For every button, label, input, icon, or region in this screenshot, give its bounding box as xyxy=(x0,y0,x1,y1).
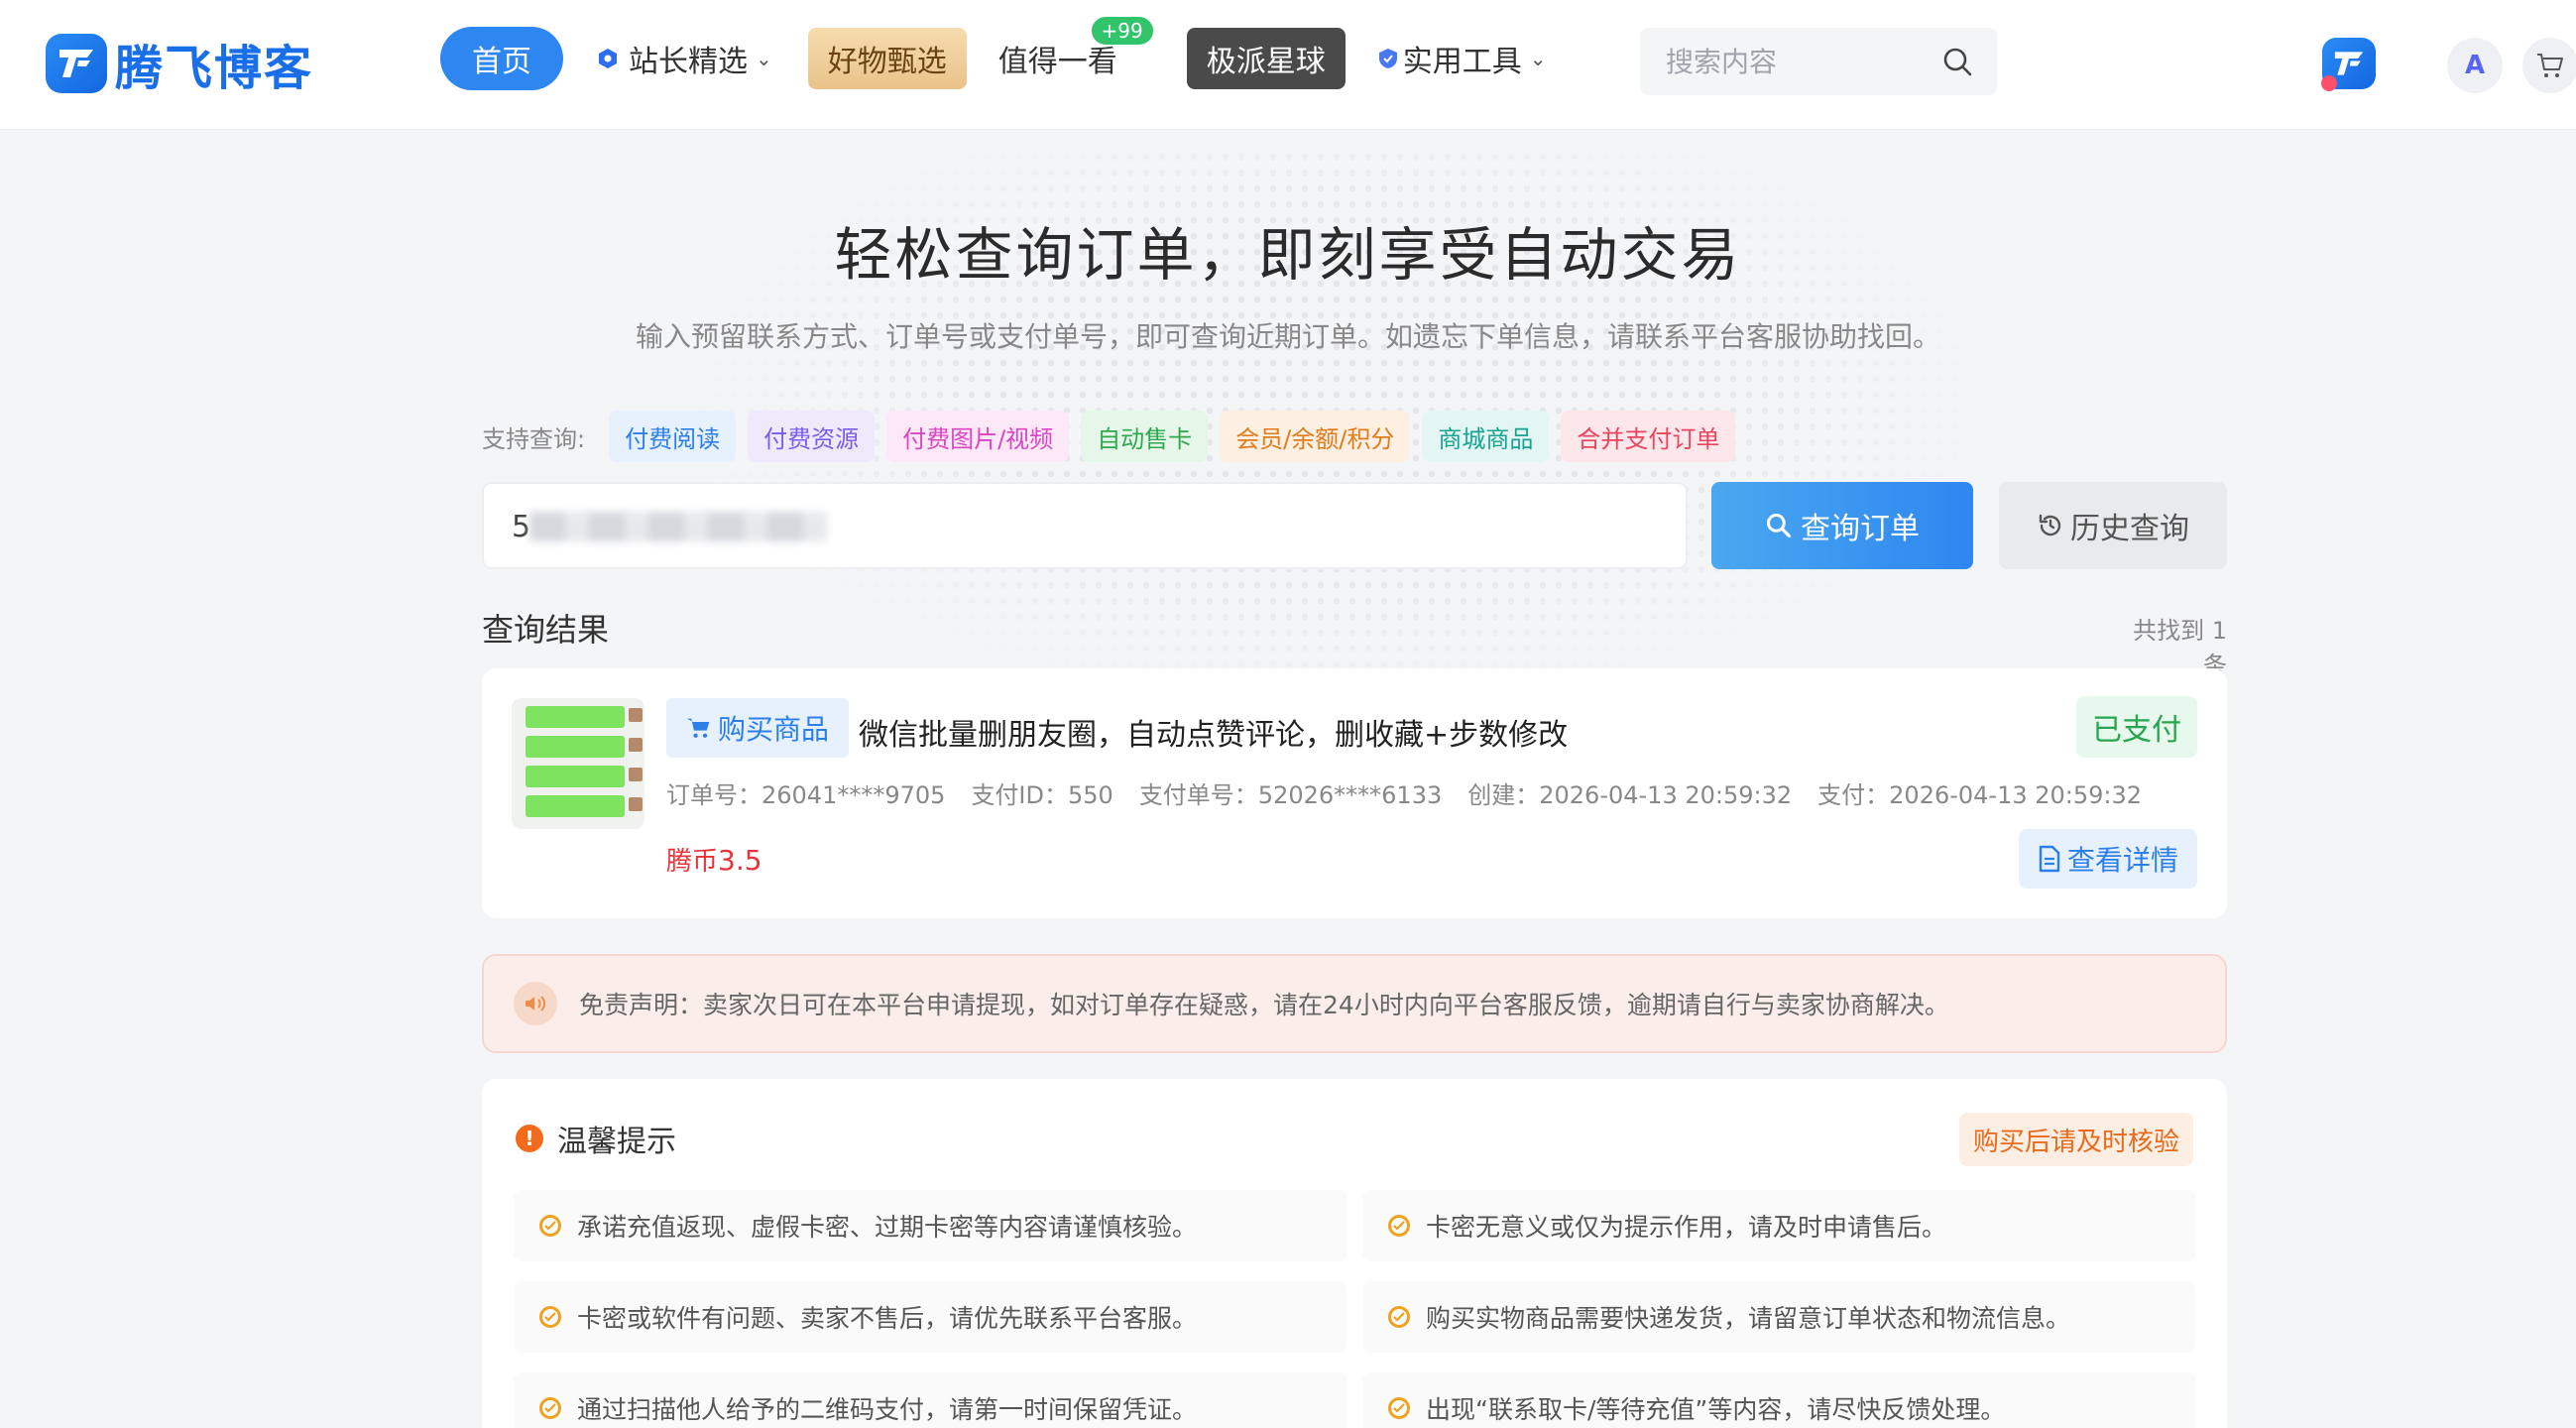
brand-logo[interactable]: 腾飞博客 xyxy=(46,32,314,96)
price-value: 3.5 xyxy=(718,844,762,877)
query-type-tag[interactable]: 会员/余额/积分 xyxy=(1220,411,1411,462)
chevron-down-icon: ⌄ xyxy=(756,47,772,70)
pay-id: 支付ID：550 xyxy=(971,781,1113,809)
chevron-down-icon: ⌄ xyxy=(1529,47,1547,70)
tip-item: 卡密或软件有问题、卖家不售后，请优先联系平台客服。 xyxy=(514,1281,1347,1353)
tip-item: 通过扫描他人给予的二维码支付，请第一时间保留凭证。 xyxy=(514,1372,1347,1428)
nav-station[interactable]: 站长精选 ⌄ xyxy=(597,37,772,80)
history-icon xyxy=(2039,514,2061,536)
tip-text: 承诺充值返现、虚假卡密、过期卡密等内容请谨慎核验。 xyxy=(577,1213,1198,1242)
nav-tools-label: 实用工具 xyxy=(1402,45,1522,79)
nav-jipai[interactable]: 极派星球 xyxy=(1186,28,1346,89)
shield-icon xyxy=(1378,49,1397,68)
created-time: 创建：2026-04-13 20:59:32 xyxy=(1467,781,1793,809)
thumbnail-row xyxy=(526,795,643,817)
nav-station-label: 站长精选 xyxy=(629,45,748,79)
app-logo-icon xyxy=(2334,52,2364,75)
disclaimer-text: 免责声明：卖家次日可在本平台申请提现，如对订单存在疑惑，请在24小时内向平台客服… xyxy=(579,991,1949,1019)
document-icon xyxy=(2039,845,2060,873)
check-circle-icon xyxy=(1388,1306,1410,1328)
query-order-label: 查询订单 xyxy=(1801,512,1920,546)
check-circle-icon xyxy=(539,1306,561,1328)
hexagon-icon xyxy=(599,49,617,68)
check-circle-icon xyxy=(1388,1397,1410,1419)
query-order-button[interactable]: 查询订单 xyxy=(1711,482,1973,569)
search-icon[interactable] xyxy=(1941,46,1973,77)
query-type-tag[interactable]: 合并支付订单 xyxy=(1561,411,1736,462)
cart-button[interactable] xyxy=(2522,38,2576,93)
query-type-tag[interactable]: 付费图片/视频 xyxy=(886,411,1070,462)
page-title: 轻松查询订单，即刻享受自动交易 xyxy=(834,221,1742,289)
tip-text: 卡密无意义或仅为提示作用，请及时申请售后。 xyxy=(1426,1213,1947,1242)
order-product-name[interactable]: 微信批量删朋友圈，自动点赞评论，删收藏+步数修改 xyxy=(859,710,1568,754)
order-meta: 订单号：26041****9705 支付ID：550 支付单号：52026***… xyxy=(666,775,2167,810)
count-badge: +99 xyxy=(1091,17,1153,45)
blurred-input-text xyxy=(529,512,827,541)
nav-tools[interactable]: 实用工具 ⌄ xyxy=(1377,37,1547,80)
view-detail-label: 查看详情 xyxy=(2066,844,2178,877)
result-title: 查询结果 xyxy=(482,611,610,649)
notification-dot xyxy=(2321,75,2337,91)
translate-button[interactable]: A xyxy=(2447,38,2503,93)
status-badge: 已支付 xyxy=(2076,696,2197,758)
main-nav: 首页 站长精选 ⌄ 好物甄选 值得一看 +99 极派星球 实用工具 ⌄ xyxy=(440,17,1547,91)
query-type-tag[interactable]: 付费资源 xyxy=(748,411,876,462)
tips-badge: 购买后请及时核验 xyxy=(1959,1113,2193,1166)
query-type-tag[interactable]: 付费阅读 xyxy=(609,411,737,462)
check-circle-icon xyxy=(539,1215,561,1237)
warning-icon: ! xyxy=(516,1125,543,1152)
tip-text: 出现“联系取卡/等待充值”等内容，请尽快反馈处理。 xyxy=(1426,1395,2006,1424)
query-type-tag[interactable]: 自动售卡 xyxy=(1081,411,1209,462)
translate-icon: A xyxy=(2464,51,2486,80)
order-number: 订单号：26041****9705 xyxy=(666,781,946,809)
thumbnail-row xyxy=(526,766,643,787)
tip-item: 卡密无意义或仅为提示作用，请及时申请售后。 xyxy=(1362,1190,2195,1261)
thumbnail-row xyxy=(526,706,643,728)
nav-good[interactable]: 好物甄选 xyxy=(807,28,967,89)
thumbnail-row xyxy=(526,736,643,758)
nav-home[interactable]: 首页 xyxy=(440,27,563,90)
check-circle-icon xyxy=(539,1397,561,1419)
tip-item: 承诺充值返现、虚假卡密、过期卡密等内容请谨慎核验。 xyxy=(514,1190,1347,1261)
order-card: 购买商品 微信批量删朋友圈，自动点赞评论，删收藏+步数修改 已支付 订单号：26… xyxy=(482,668,2227,918)
view-detail-button[interactable]: 查看详情 xyxy=(2019,829,2197,889)
query-type-tag[interactable]: 商城商品 xyxy=(1422,411,1550,462)
price-unit: 腾币 xyxy=(666,847,719,877)
order-price: 腾币3.5 xyxy=(666,841,762,878)
history-query-label: 历史查询 xyxy=(2070,512,2189,546)
history-query-button[interactable]: 历史查询 xyxy=(1999,482,2227,569)
tip-text: 卡密或软件有问题、卖家不售后，请优先联系平台客服。 xyxy=(577,1304,1198,1333)
page-subtitle: 输入预留联系方式、订单号或支付单号，即可查询近期订单。如遗忘下单信息，请联系平台… xyxy=(635,320,1940,353)
cart-icon xyxy=(687,718,710,738)
product-thumbnail[interactable] xyxy=(512,698,644,829)
check-circle-icon xyxy=(1388,1215,1410,1237)
search-icon xyxy=(1766,513,1792,538)
top-header: 腾飞博客 首页 站长精选 ⌄ 好物甄选 值得一看 +99 极派星球 实用工具 ⌄… xyxy=(0,0,2576,129)
order-query-input[interactable]: 5 xyxy=(482,482,1688,569)
pay-number: 支付单号：52026****6133 xyxy=(1138,781,1443,809)
tip-text: 购买实物商品需要快递发货，请留意订单状态和物流信息。 xyxy=(1426,1304,2071,1333)
nav-zhide[interactable]: 值得一看 +99 xyxy=(998,17,1153,80)
tip-text: 通过扫描他人给予的二维码支付，请第一时间保留凭证。 xyxy=(577,1395,1198,1424)
logo-mark-icon xyxy=(46,34,107,93)
tip-item: 出现“联系取卡/等待充值”等内容，请尽快反馈处理。 xyxy=(1362,1372,2195,1428)
query-input-value: 5 xyxy=(512,510,531,544)
query-type-list: 支持查询: 付费阅读 付费资源 付费图片/视频 自动售卡 会员/余额/积分 商城… xyxy=(482,411,1747,462)
tips-title: 温馨提示 xyxy=(557,1125,676,1159)
order-type-label: 购买商品 xyxy=(718,713,830,746)
speaker-icon xyxy=(514,982,557,1025)
paid-time: 支付：2026-04-13 20:59:32 xyxy=(1817,781,2143,809)
tip-item: 购买实物商品需要快递发货，请留意订单状态和物流信息。 xyxy=(1362,1281,2195,1353)
tips-header: ! 温馨提示 xyxy=(516,1117,676,1160)
disclaimer-banner: 免责声明：卖家次日可在本平台申请提现，如对订单存在疑惑，请在24小时内向平台客服… xyxy=(482,954,2227,1053)
order-type-tag: 购买商品 xyxy=(666,698,850,758)
cart-icon xyxy=(2537,54,2563,77)
query-type-label: 支持查询: xyxy=(482,424,586,453)
brand-name: 腾飞博客 xyxy=(115,41,314,96)
tips-panel: ! 温馨提示 购买后请及时核验 承诺充值返现、虚假卡密、过期卡密等内容请谨慎核验… xyxy=(482,1079,2227,1428)
